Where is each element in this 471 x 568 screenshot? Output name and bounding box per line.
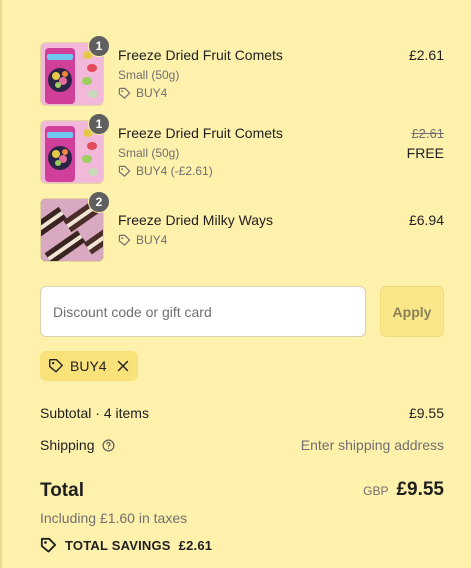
currency-code: GBP	[363, 484, 389, 498]
discount-code-text: BUY4 (-£2.61)	[136, 164, 213, 178]
quantity-badge: 1	[88, 113, 110, 135]
shipping-row: Shipping Enter shipping address	[40, 437, 444, 453]
panel-border	[0, 0, 2, 568]
original-price: £2.61	[411, 126, 444, 141]
subtotal-value: £9.55	[408, 405, 444, 421]
discount-code-text: BUY4	[136, 233, 168, 247]
tag-icon	[118, 87, 131, 100]
quantity-badge: 1	[88, 35, 110, 57]
subtotal-row: Subtotal · 4 items £9.55	[40, 405, 444, 421]
discount-code-text: BUY4	[136, 86, 168, 100]
tag-icon	[48, 358, 64, 374]
item-price: £6.94	[408, 212, 444, 228]
apply-discount-button[interactable]: Apply	[380, 286, 444, 337]
tag-icon	[40, 537, 57, 554]
product-variant: Small (50g)	[118, 146, 180, 160]
total-savings: TOTAL SAVINGS £2.61	[40, 537, 212, 554]
subtotal-label: Subtotal · 4 items	[40, 405, 149, 421]
item-discount: BUY4 (-£2.61)	[118, 164, 213, 178]
applied-discount-chip: BUY4	[40, 351, 138, 381]
item-discount: BUY4	[118, 86, 167, 100]
tag-icon	[118, 165, 131, 178]
tag-icon	[118, 234, 131, 247]
product-variant: Small (50g)	[118, 68, 180, 82]
savings-label: TOTAL SAVINGS	[65, 538, 171, 553]
discount-code-input[interactable]	[40, 286, 366, 337]
total-amount: £9.55	[396, 479, 444, 500]
shipping-value: Enter shipping address	[300, 437, 444, 453]
total-amount-group: GBP £9.55	[363, 479, 444, 501]
line-item: 2 Freeze Dried Milky Ways BUY4 £6.94	[40, 191, 444, 262]
product-name: Freeze Dried Fruit Comets	[118, 125, 283, 141]
product-name: Freeze Dried Fruit Comets	[118, 47, 283, 63]
shipping-label: Shipping	[40, 437, 95, 453]
line-item: 1 Freeze Dried Fruit Comets Small (50g) …	[40, 113, 444, 184]
taxes-note: Including £1.60 in taxes	[40, 510, 188, 526]
help-icon[interactable]	[102, 439, 115, 452]
item-price: £2.61	[408, 47, 444, 63]
savings-value: £2.61	[178, 538, 213, 553]
product-name: Freeze Dried Milky Ways	[118, 212, 274, 228]
applied-code-text: BUY4	[70, 358, 107, 374]
item-discount: BUY4	[118, 233, 167, 247]
quantity-badge: 2	[88, 191, 110, 213]
line-item: 1 Freeze Dried Fruit Comets Small (50g) …	[40, 35, 444, 106]
item-price: FREE	[406, 145, 444, 161]
total-label: Total	[40, 480, 84, 501]
close-icon[interactable]	[117, 360, 129, 372]
